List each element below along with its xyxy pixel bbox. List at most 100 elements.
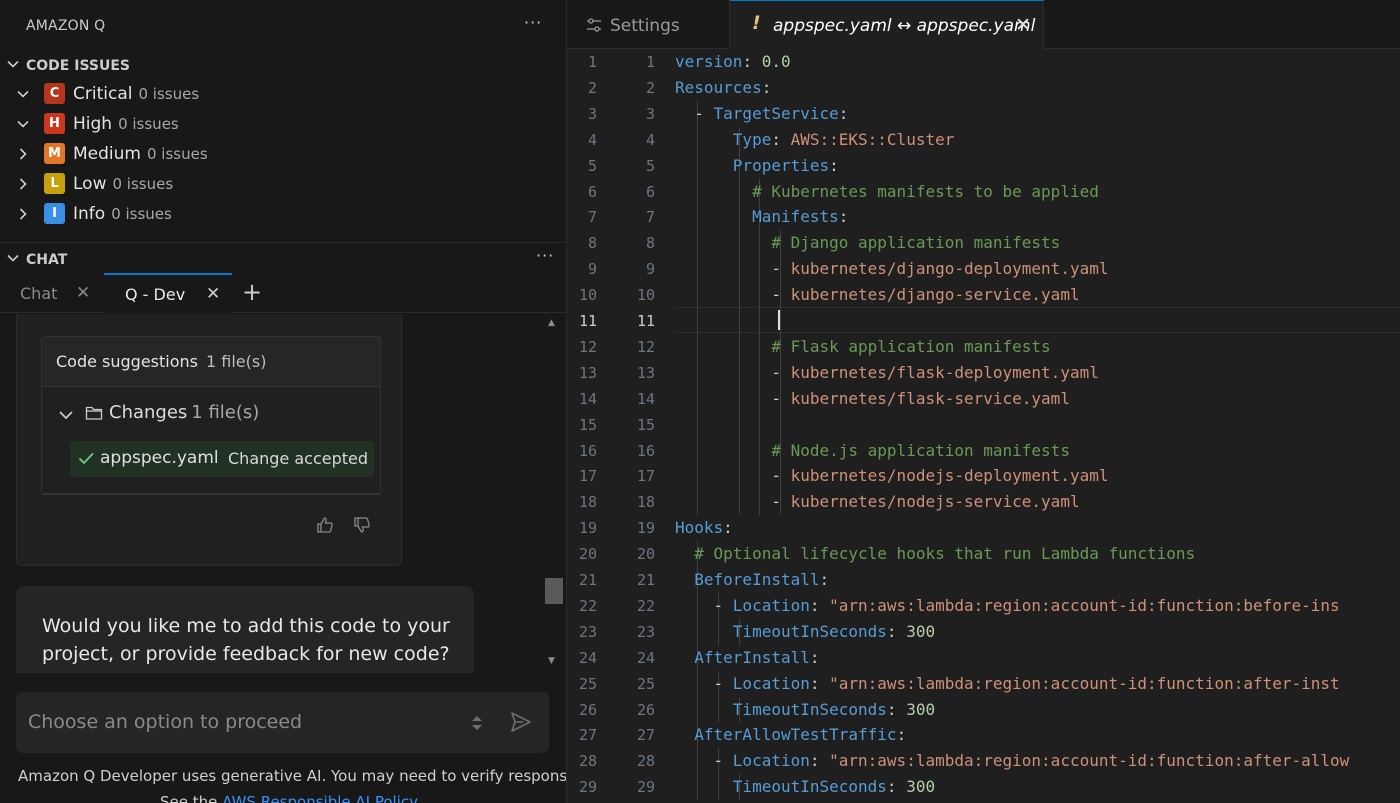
tab-q-dev[interactable]: Q - Dev ✕ xyxy=(104,273,232,313)
code-line[interactable]: 2 2 Resources: xyxy=(567,75,1400,101)
code-issues-section-header[interactable]: CODE ISSUES xyxy=(0,53,566,81)
severity-badge-icon: C xyxy=(44,83,65,104)
tab-appspec-diff[interactable]: ! appspec.yaml ↔ appspec.yaml ✕ xyxy=(730,0,1044,50)
code-line[interactable]: 24 24 AfterInstall: xyxy=(567,645,1400,671)
code-text: - kubernetes/django-deployment.yaml xyxy=(675,259,1109,279)
issue-severity-medium[interactable]: M Medium 0 issues xyxy=(0,139,566,169)
chat-more-actions-icon[interactable]: ··· xyxy=(536,246,554,265)
original-line-number: 11 xyxy=(578,312,597,330)
code-line[interactable]: 8 8 # Django application manifests xyxy=(567,230,1400,256)
severity-name: Critical 0 issues xyxy=(73,84,200,104)
code-area[interactable]: 1 1 version: 0.0 2 2 Resources: 3 3 - TargetSer… xyxy=(567,49,1400,803)
code-line[interactable]: 4 4 Type: AWS::EKS::Cluster xyxy=(567,127,1400,153)
thumbs-down-icon[interactable] xyxy=(353,516,371,534)
severity-name: Info 0 issues xyxy=(73,204,172,224)
code-line[interactable]: 6 6 # Kubernetes manifests to be applied xyxy=(567,179,1400,205)
code-line[interactable]: 14 14 - kubernetes/flask-service.yaml xyxy=(567,386,1400,412)
code-line[interactable]: 23 23 TimeoutInSeconds: 300 xyxy=(567,619,1400,645)
modified-line-number: 6 xyxy=(645,182,655,201)
modified-line-number: 29 xyxy=(636,778,655,797)
code-line[interactable]: 16 16 # Node.js application manifests xyxy=(567,438,1400,464)
code-text: - Location: "arn:aws:lambda:region:accou… xyxy=(675,595,1340,615)
severity-name: Low 0 issues xyxy=(73,174,174,194)
issue-severity-high[interactable]: H High 0 issues xyxy=(0,109,566,139)
chevron-right-icon xyxy=(19,208,27,220)
original-line-number: 19 xyxy=(578,519,597,538)
code-text: AfterInstall: xyxy=(694,647,820,667)
modified-line-number: 1 xyxy=(645,53,655,71)
modified-line-number: 8 xyxy=(645,234,655,253)
code-line[interactable]: 26 26 TimeoutInSeconds: 300 xyxy=(567,697,1400,723)
issue-severity-critical[interactable]: C Critical 0 issues xyxy=(0,79,566,109)
code-line[interactable]: 18 18 - kubernetes/nodejs-service.yaml xyxy=(567,489,1400,515)
code-issues-label: CODE ISSUES xyxy=(26,58,130,74)
change-status: Change accepted xyxy=(228,449,369,468)
send-icon[interactable] xyxy=(509,710,533,734)
issue-severity-info[interactable]: I Info 0 issues xyxy=(0,199,566,229)
tab-settings-label: Settings xyxy=(610,16,680,36)
add-tab-icon[interactable]: + xyxy=(242,278,262,306)
code-line[interactable]: 15 15 xyxy=(567,412,1400,438)
modified-line-number: 18 xyxy=(636,493,655,512)
code-text: Manifests: xyxy=(752,207,849,227)
code-text: Resources: xyxy=(675,77,772,97)
code-line[interactable]: 25 25 - Location: "arn:aws:lambda:region:… xyxy=(567,671,1400,697)
diff-editor: Settings ! appspec.yaml ↔ appspec.yaml ✕… xyxy=(567,0,1400,803)
modified-line-number: 23 xyxy=(636,622,655,641)
code-line[interactable]: 17 17 - kubernetes/nodejs-deployment.yaml xyxy=(567,463,1400,489)
code-text: # Kubernetes manifests to be applied xyxy=(752,181,1099,201)
chat-section-header[interactable]: CHAT xyxy=(0,247,566,275)
code-text: TimeoutInSeconds: 300 xyxy=(732,777,936,797)
chat-tabs: Chat ✕ Q - Dev ✕ + xyxy=(0,273,566,313)
code-line[interactable]: 10 10 - kubernetes/django-service.yaml xyxy=(567,282,1400,308)
thumbs-up-icon[interactable] xyxy=(316,516,334,534)
ai-disclaimer: Amazon Q Developer uses generative AI. Y… xyxy=(18,767,566,785)
close-icon[interactable]: ✕ xyxy=(1015,14,1031,36)
modified-line-number: 13 xyxy=(636,363,655,382)
modified-line-number: 27 xyxy=(636,726,655,745)
code-line[interactable]: 19 19 Hooks: xyxy=(567,515,1400,541)
code-line[interactable]: 7 7 Manifests: xyxy=(567,204,1400,230)
code-line[interactable]: 9 9 - kubernetes/django-deployment.yaml xyxy=(567,256,1400,282)
code-text: - kubernetes/nodejs-service.yaml xyxy=(675,492,1080,512)
code-line[interactable]: 20 20 # Optional lifecycle hooks that run… xyxy=(567,541,1400,567)
modified-line-number: 10 xyxy=(636,286,655,305)
modified-line-number: 7 xyxy=(645,208,655,227)
code-line[interactable]: 27 27 AfterAllowTestTraffic: xyxy=(567,722,1400,748)
code-text: TimeoutInSeconds: 300 xyxy=(732,621,936,641)
code-line[interactable]: 28 28 - Location: "arn:aws:lambda:region:… xyxy=(567,748,1400,774)
modified-line-number: 4 xyxy=(645,130,655,149)
scroll-down-arrow-icon[interactable]: ▼ xyxy=(548,656,555,666)
code-line[interactable]: 21 21 BeforeInstall: xyxy=(567,567,1400,593)
code-line[interactable]: 22 22 - Location: "arn:aws:lambda:region:… xyxy=(567,593,1400,619)
chat-prompt-input[interactable] xyxy=(28,706,468,738)
scroll-up-arrow-icon[interactable]: ▲ xyxy=(548,318,555,328)
original-line-number: 25 xyxy=(578,674,597,693)
code-line[interactable]: 1 1 version: 0.0 xyxy=(567,49,1400,75)
issue-severity-low[interactable]: L Low 0 issues xyxy=(0,169,566,199)
code-text: Properties: xyxy=(732,155,839,175)
option-stepper-icon[interactable] xyxy=(470,712,484,734)
tab-settings[interactable]: Settings xyxy=(567,0,730,49)
more-actions-icon[interactable]: ··· xyxy=(524,13,542,32)
chevron-down-icon xyxy=(17,90,29,98)
original-line-number: 17 xyxy=(578,467,597,486)
issue-count: 0 issues xyxy=(146,145,208,163)
changed-file-item[interactable]: appspec.yaml Change accepted xyxy=(70,441,374,477)
chevron-down-icon xyxy=(59,411,73,420)
code-line[interactable]: 12 12 # Flask application manifests xyxy=(567,334,1400,360)
changes-label: Changes 1 file(s) xyxy=(109,402,260,423)
close-icon[interactable]: ✕ xyxy=(206,284,220,304)
code-line[interactable]: 11 11 xyxy=(567,308,1400,334)
code-line[interactable]: 13 13 - kubernetes/flask-deployment.yaml xyxy=(567,360,1400,386)
chat-scrollbar-thumb[interactable] xyxy=(545,578,563,604)
card-divider xyxy=(41,494,381,495)
original-line-number: 24 xyxy=(578,648,597,667)
close-icon[interactable]: ✕ xyxy=(76,283,90,303)
code-line[interactable]: 29 29 TimeoutInSeconds: 300 xyxy=(567,774,1400,800)
code-line[interactable]: 5 5 Properties: xyxy=(567,153,1400,179)
chat-label: CHAT xyxy=(26,252,68,268)
responsible-ai-policy-link[interactable]: AWS Responsible AI Policy. xyxy=(222,793,420,803)
code-line[interactable]: 3 3 - TargetService: xyxy=(567,101,1400,127)
changes-tree-item[interactable]: Changes 1 file(s) xyxy=(42,387,380,439)
